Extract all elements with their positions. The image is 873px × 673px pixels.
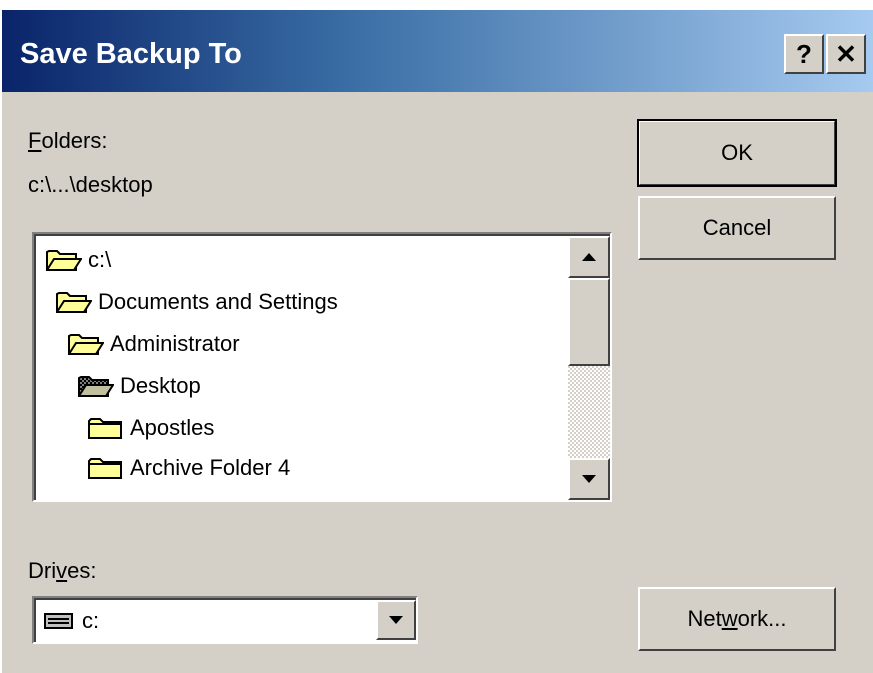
list-item[interactable]: c:\ [46,242,111,278]
close-icon: ✕ [835,38,857,69]
close-button[interactable]: ✕ [826,34,866,74]
drives-selected-value: c: [82,608,100,633]
closed-folder-icon [88,418,122,439]
closed-folder-icon [88,458,122,479]
title-bar[interactable]: Save Backup To ? ✕ [2,10,873,92]
drives-label: Drives: [28,558,97,583]
open-folder-icon [46,250,82,271]
chevron-down-icon [389,616,403,624]
help-icon: ? [796,38,812,69]
list-item[interactable]: Administrator [68,326,240,362]
ok-button[interactable]: OK [637,119,837,187]
list-item[interactable]: Desktop [78,368,201,404]
drive-icon [44,613,73,629]
list-item[interactable]: Apostles [88,410,214,446]
network-button[interactable]: Network... [638,587,836,651]
save-backup-dialog: Save Backup To ? ✕ Folders: c:\...\deskt… [0,8,873,673]
down-arrow-icon [582,475,596,483]
vertical-scrollbar[interactable] [568,236,610,500]
scroll-thumb[interactable] [568,278,610,366]
scroll-up-button[interactable] [568,236,610,278]
list-item[interactable]: Documents and Settings [56,284,338,320]
cancel-button[interactable]: Cancel [638,196,836,260]
up-arrow-icon [582,253,596,261]
folder-tree-list[interactable]: c:\ Documents and Settings Administrator [32,232,612,502]
drives-dropdown-button[interactable] [376,600,416,640]
dialog-title: Save Backup To [20,38,242,70]
help-button[interactable]: ? [784,34,824,74]
folders-label: Folders: [28,128,108,153]
drives-select[interactable]: c: [32,596,418,644]
list-item[interactable]: Archive Folder 4 [88,450,290,486]
scroll-down-button[interactable] [568,458,610,500]
open-folder-icon [56,292,92,313]
open-folder-icon [68,334,104,355]
current-path: c:\...\desktop [28,172,153,197]
open-folder-selected-icon [78,376,114,397]
